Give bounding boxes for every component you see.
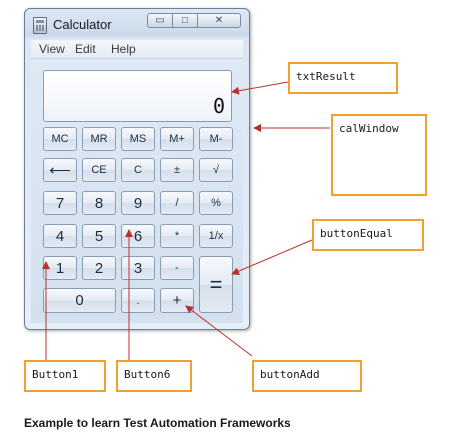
figure-caption: Example to learn Test Automation Framewo… xyxy=(24,416,291,430)
arrow-buttonequal xyxy=(231,239,313,275)
arrow-txtresult xyxy=(231,81,289,95)
annotation-calwindow: calWindow xyxy=(331,114,427,196)
annotation-buttonadd: buttonAdd xyxy=(252,360,362,392)
annotation-button6: Button6 xyxy=(116,360,192,392)
annotation-buttonequal: buttonEqual xyxy=(312,219,424,251)
annotation-txtresult: txtResult xyxy=(288,62,398,94)
arrow-buttonadd xyxy=(185,305,253,357)
annotation-button1: Button1 xyxy=(24,360,106,392)
